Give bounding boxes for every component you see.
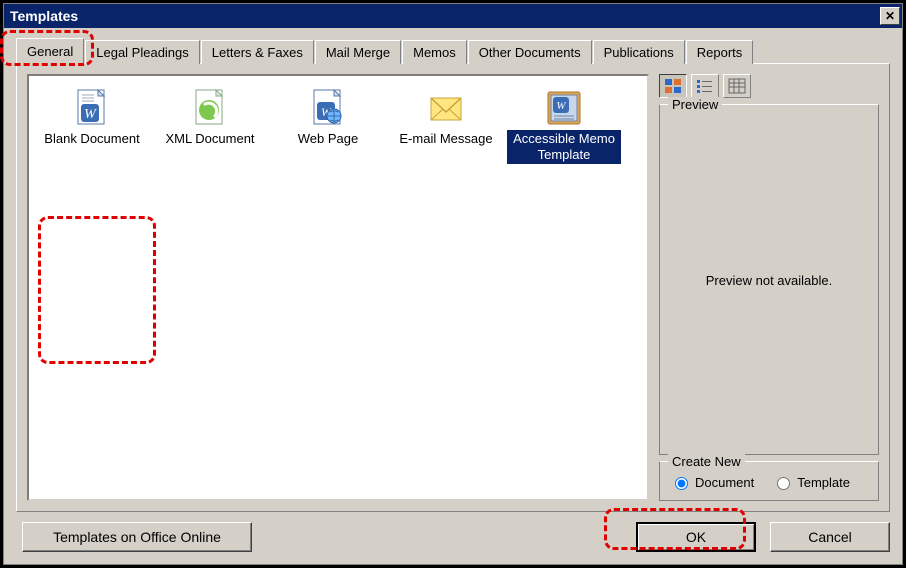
template-blank-document[interactable]: W Blank Document — [33, 84, 151, 168]
view-details-button[interactable] — [723, 74, 751, 98]
template-label: Web Page — [295, 130, 361, 148]
svg-text:W: W — [556, 100, 566, 112]
templates-dialog: Templates ✕ General Legal Pleadings Lett… — [3, 3, 903, 565]
template-xml-document[interactable]: XML Document — [151, 84, 269, 168]
word-doc-icon: W — [72, 88, 112, 128]
templates-office-online-button[interactable]: Templates on Office Online — [22, 522, 252, 552]
preview-group: Preview not available. — [659, 104, 879, 455]
template-email-message[interactable]: E-mail Message — [387, 84, 505, 168]
radio-template-input[interactable] — [777, 477, 790, 490]
tab-other-documents[interactable]: Other Documents — [468, 40, 592, 64]
radio-document[interactable]: Document — [670, 474, 754, 490]
radio-template[interactable]: Template — [772, 474, 850, 490]
tab-general[interactable]: General — [16, 38, 84, 65]
template-label: Accessible Memo Template — [507, 130, 621, 164]
window-title: Templates — [10, 8, 880, 24]
tab-mail-merge[interactable]: Mail Merge — [315, 40, 401, 64]
template-label: Blank Document — [41, 130, 142, 148]
right-pane: Preview not available. Document Template — [659, 74, 879, 501]
radio-document-input[interactable] — [675, 477, 688, 490]
close-button[interactable]: ✕ — [880, 7, 900, 25]
template-web-page[interactable]: W Web Page — [269, 84, 387, 168]
view-list-button[interactable] — [691, 74, 719, 98]
preview-text: Preview not available. — [706, 273, 832, 288]
cancel-button[interactable]: Cancel — [770, 522, 890, 552]
view-mode-buttons — [659, 74, 879, 98]
template-label: XML Document — [162, 130, 257, 148]
titlebar: Templates ✕ — [4, 4, 902, 28]
email-icon — [426, 88, 466, 128]
template-label: E-mail Message — [396, 130, 495, 148]
tab-publications[interactable]: Publications — [593, 40, 685, 64]
view-large-icons-button[interactable] — [659, 74, 687, 98]
tabs: General Legal Pleadings Letters & Faxes … — [16, 38, 890, 64]
tab-panel: W Blank Document XML Document W Web Page — [16, 63, 890, 512]
tab-legal-pleadings[interactable]: Legal Pleadings — [85, 40, 200, 64]
word-template-icon: W — [544, 88, 584, 128]
svg-text:W: W — [84, 107, 97, 122]
template-accessible-memo[interactable]: W Accessible Memo Template — [505, 84, 623, 168]
tab-letters-faxes[interactable]: Letters & Faxes — [201, 40, 314, 64]
dialog-buttons: Templates on Office Online OK Cancel — [16, 512, 890, 552]
create-new-group: Document Template — [659, 461, 879, 501]
web-page-icon: W — [308, 88, 348, 128]
tab-memos[interactable]: Memos — [402, 40, 467, 64]
xml-doc-icon — [190, 88, 230, 128]
tab-reports[interactable]: Reports — [686, 40, 754, 64]
template-list[interactable]: W Blank Document XML Document W Web Page — [27, 74, 649, 501]
ok-button[interactable]: OK — [636, 522, 756, 552]
